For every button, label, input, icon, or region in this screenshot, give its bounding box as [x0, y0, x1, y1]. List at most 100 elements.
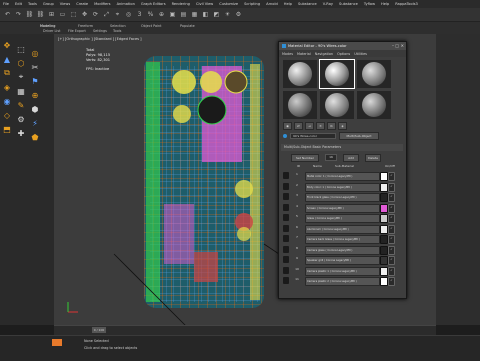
- toolbar-tool-icon[interactable]: ⛓: [36, 10, 45, 19]
- submaterial-row[interactable]: 9 Speaker grill ( Corona LegacyMtl ) ✓: [283, 255, 395, 265]
- toolbar-tool-icon[interactable]: ⟳: [91, 10, 100, 19]
- tool-icon[interactable]: ✥: [2, 40, 12, 50]
- toolbar-tool-icon[interactable]: ↷: [14, 10, 23, 19]
- menu-item[interactable]: Customize: [216, 2, 241, 6]
- menu-item[interactable]: File: [0, 2, 12, 6]
- sub-material-button[interactable]: Camera back Glass ( Corona LegacyMtl ): [305, 235, 380, 244]
- menu-item[interactable]: V-Ray: [320, 2, 336, 6]
- menu-item[interactable]: Views: [57, 2, 73, 6]
- toolbar-tool-icon[interactable]: ↶: [3, 10, 12, 19]
- submaterial-row[interactable]: 8 Camera glass ( Corona LegacyMtl ) ✓: [283, 245, 395, 255]
- sub-onoff-checkbox[interactable]: ✓: [388, 214, 395, 223]
- sub-material-button[interactable]: Camera glass ( Corona LegacyMtl ): [305, 245, 380, 255]
- toolbar-tool-icon[interactable]: ⌖: [113, 10, 122, 19]
- toolbar-tool-icon[interactable]: ▭: [58, 10, 67, 19]
- submaterial-row[interactable]: 7 Camera back Glass ( Corona LegacyMtl ) ✓: [283, 234, 395, 244]
- material-type-button[interactable]: Multi/Sub-Object: [339, 132, 379, 140]
- sub-onoff-checkbox[interactable]: ✓: [388, 245, 395, 255]
- sub-material-button[interactable]: Glass ( Corona LegacyMtl ): [305, 214, 380, 223]
- sample-slot[interactable]: [357, 91, 391, 119]
- copy-icon[interactable]: ⧉: [327, 122, 336, 130]
- submaterial-row[interactable]: 6 Aluminium ( Corona LegacyMtl ) ✓: [283, 224, 395, 234]
- maximize-icon[interactable]: □: [395, 43, 399, 48]
- sub-color-swatch[interactable]: [380, 193, 388, 202]
- sub-id[interactable]: 11: [293, 277, 301, 284]
- sub-material-button[interactable]: Metal color: 1 ( Corona LegacyMtl ): [305, 172, 380, 181]
- toolbar-tool-icon[interactable]: ⬚: [69, 10, 78, 19]
- toolbar-tool-icon[interactable]: ▤: [179, 10, 188, 19]
- sub-color-swatch[interactable]: [380, 214, 388, 223]
- ribbon-tab-selection[interactable]: Selection: [110, 24, 126, 28]
- tool-icon[interactable]: ◈: [2, 82, 12, 92]
- minimize-icon[interactable]: –: [392, 43, 394, 48]
- tool-icon[interactable]: ⬢: [30, 104, 40, 114]
- menu-item[interactable]: Tools: [25, 2, 40, 6]
- sub-onoff-checkbox[interactable]: ✓: [388, 266, 395, 276]
- tool-icon[interactable]: ⊕: [30, 90, 40, 100]
- get-material-icon[interactable]: ◉: [283, 122, 292, 130]
- tool-icon[interactable]: ⬡: [16, 58, 26, 68]
- sub-color-swatch[interactable]: [380, 266, 388, 276]
- ribbon-tab-modeling[interactable]: Modeling: [40, 24, 55, 28]
- toolbar-tool-icon[interactable]: 3: [135, 10, 144, 19]
- sub-onoff-checkbox[interactable]: ✓: [388, 182, 395, 192]
- sub-color-swatch[interactable]: [380, 245, 388, 255]
- sub-onoff-checkbox[interactable]: ✓: [388, 193, 395, 202]
- rollout-header[interactable]: Multi/Sub-Object Basic Parameters: [281, 144, 403, 151]
- ribbon-tab-freeform[interactable]: Freeform: [78, 24, 93, 28]
- sub-id[interactable]: 4: [293, 204, 301, 211]
- delete-button[interactable]: Delete: [365, 154, 381, 162]
- tool-icon[interactable]: ⌖: [16, 72, 26, 82]
- sub-id[interactable]: 5: [293, 214, 301, 221]
- tool-icon[interactable]: ◇: [2, 110, 12, 120]
- sub-material-button[interactable]: Speaker grill ( Corona LegacyMtl ): [305, 256, 380, 265]
- tool-icon[interactable]: ▲: [2, 54, 12, 64]
- menu-modes[interactable]: Modes: [282, 52, 293, 56]
- material-editor-titlebar[interactable]: Material Editor - 90's Wires-color – □ ✕: [279, 42, 406, 50]
- tool-icon[interactable]: ▦: [16, 86, 26, 96]
- sub-id[interactable]: 9: [293, 256, 301, 263]
- sub-id[interactable]: 2: [293, 183, 301, 190]
- toolbar-tool-icon[interactable]: ⊕: [157, 10, 166, 19]
- tools-tab[interactable]: Tools: [113, 29, 121, 33]
- submaterial-row[interactable]: 10 Camera plastic 1 ( Corona LegacyMtl ) ✓: [283, 266, 395, 276]
- submaterial-row[interactable]: 2 Body color: 1 ( Corona LegacyMtl ) ✓: [283, 182, 395, 192]
- time-slider[interactable]: 0 / 100: [92, 327, 106, 333]
- sub-id[interactable]: 10: [293, 267, 301, 274]
- submaterial-row[interactable]: 1 Metal color: 1 ( Corona LegacyMtl ) ✓: [283, 171, 395, 181]
- toolbar-tool-icon[interactable]: %: [146, 10, 155, 19]
- material-name-field[interactable]: 90's Wires-color: [290, 133, 336, 139]
- sub-material-button[interactable]: Screen ( Corona LegacyMtl ): [305, 203, 380, 213]
- add-button[interactable]: Add: [343, 154, 359, 162]
- put-material-icon[interactable]: ⇄: [294, 122, 303, 130]
- tool-icon[interactable]: ⬟: [30, 132, 40, 142]
- sub-id[interactable]: 7: [293, 235, 301, 242]
- unique-icon[interactable]: ◈: [338, 122, 347, 130]
- toolbar-tool-icon[interactable]: ✥: [80, 10, 89, 19]
- toolbar-tool-icon[interactable]: ◎: [124, 10, 133, 19]
- tool-icon[interactable]: ⬚: [16, 44, 26, 54]
- toolbar-tool-icon[interactable]: ⤢: [102, 10, 111, 19]
- sample-slot[interactable]: [357, 60, 391, 88]
- submaterial-row[interactable]: 4 Screen ( Corona LegacyMtl ) ✓: [283, 203, 395, 213]
- sub-material-button[interactable]: Camera plastic 2 ( Corona LegacyMtl ): [305, 277, 380, 286]
- sub-color-swatch[interactable]: [380, 235, 388, 244]
- tool-icon[interactable]: ✎: [16, 100, 26, 110]
- menu-item[interactable]: Substance: [295, 2, 320, 6]
- sample-slot[interactable]: [320, 91, 354, 119]
- sub-color-swatch[interactable]: [380, 224, 388, 234]
- menu-item[interactable]: Arnold: [263, 2, 281, 6]
- sub-material-button[interactable]: Front black glass ( Corona LegacyMtl ): [305, 193, 380, 202]
- sub-material-button[interactable]: Aluminium ( Corona LegacyMtl ): [305, 224, 380, 234]
- tool-icon[interactable]: ⚑: [30, 76, 40, 86]
- sub-onoff-checkbox[interactable]: ✓: [388, 256, 395, 265]
- toolbar-tool-icon[interactable]: ◩: [212, 10, 221, 19]
- sub-onoff-checkbox[interactable]: ✓: [388, 235, 395, 244]
- sample-slot-active[interactable]: [319, 59, 355, 89]
- sub-color-swatch[interactable]: [380, 182, 388, 192]
- toolbar-tool-icon[interactable]: ⚙: [234, 10, 243, 19]
- close-icon[interactable]: ✕: [401, 43, 404, 48]
- sub-id[interactable]: 6: [293, 225, 301, 232]
- sub-material-button[interactable]: Body color: 1 ( Corona LegacyMtl ): [305, 182, 380, 192]
- ribbon-tab-object-paint[interactable]: Object Paint: [141, 24, 162, 28]
